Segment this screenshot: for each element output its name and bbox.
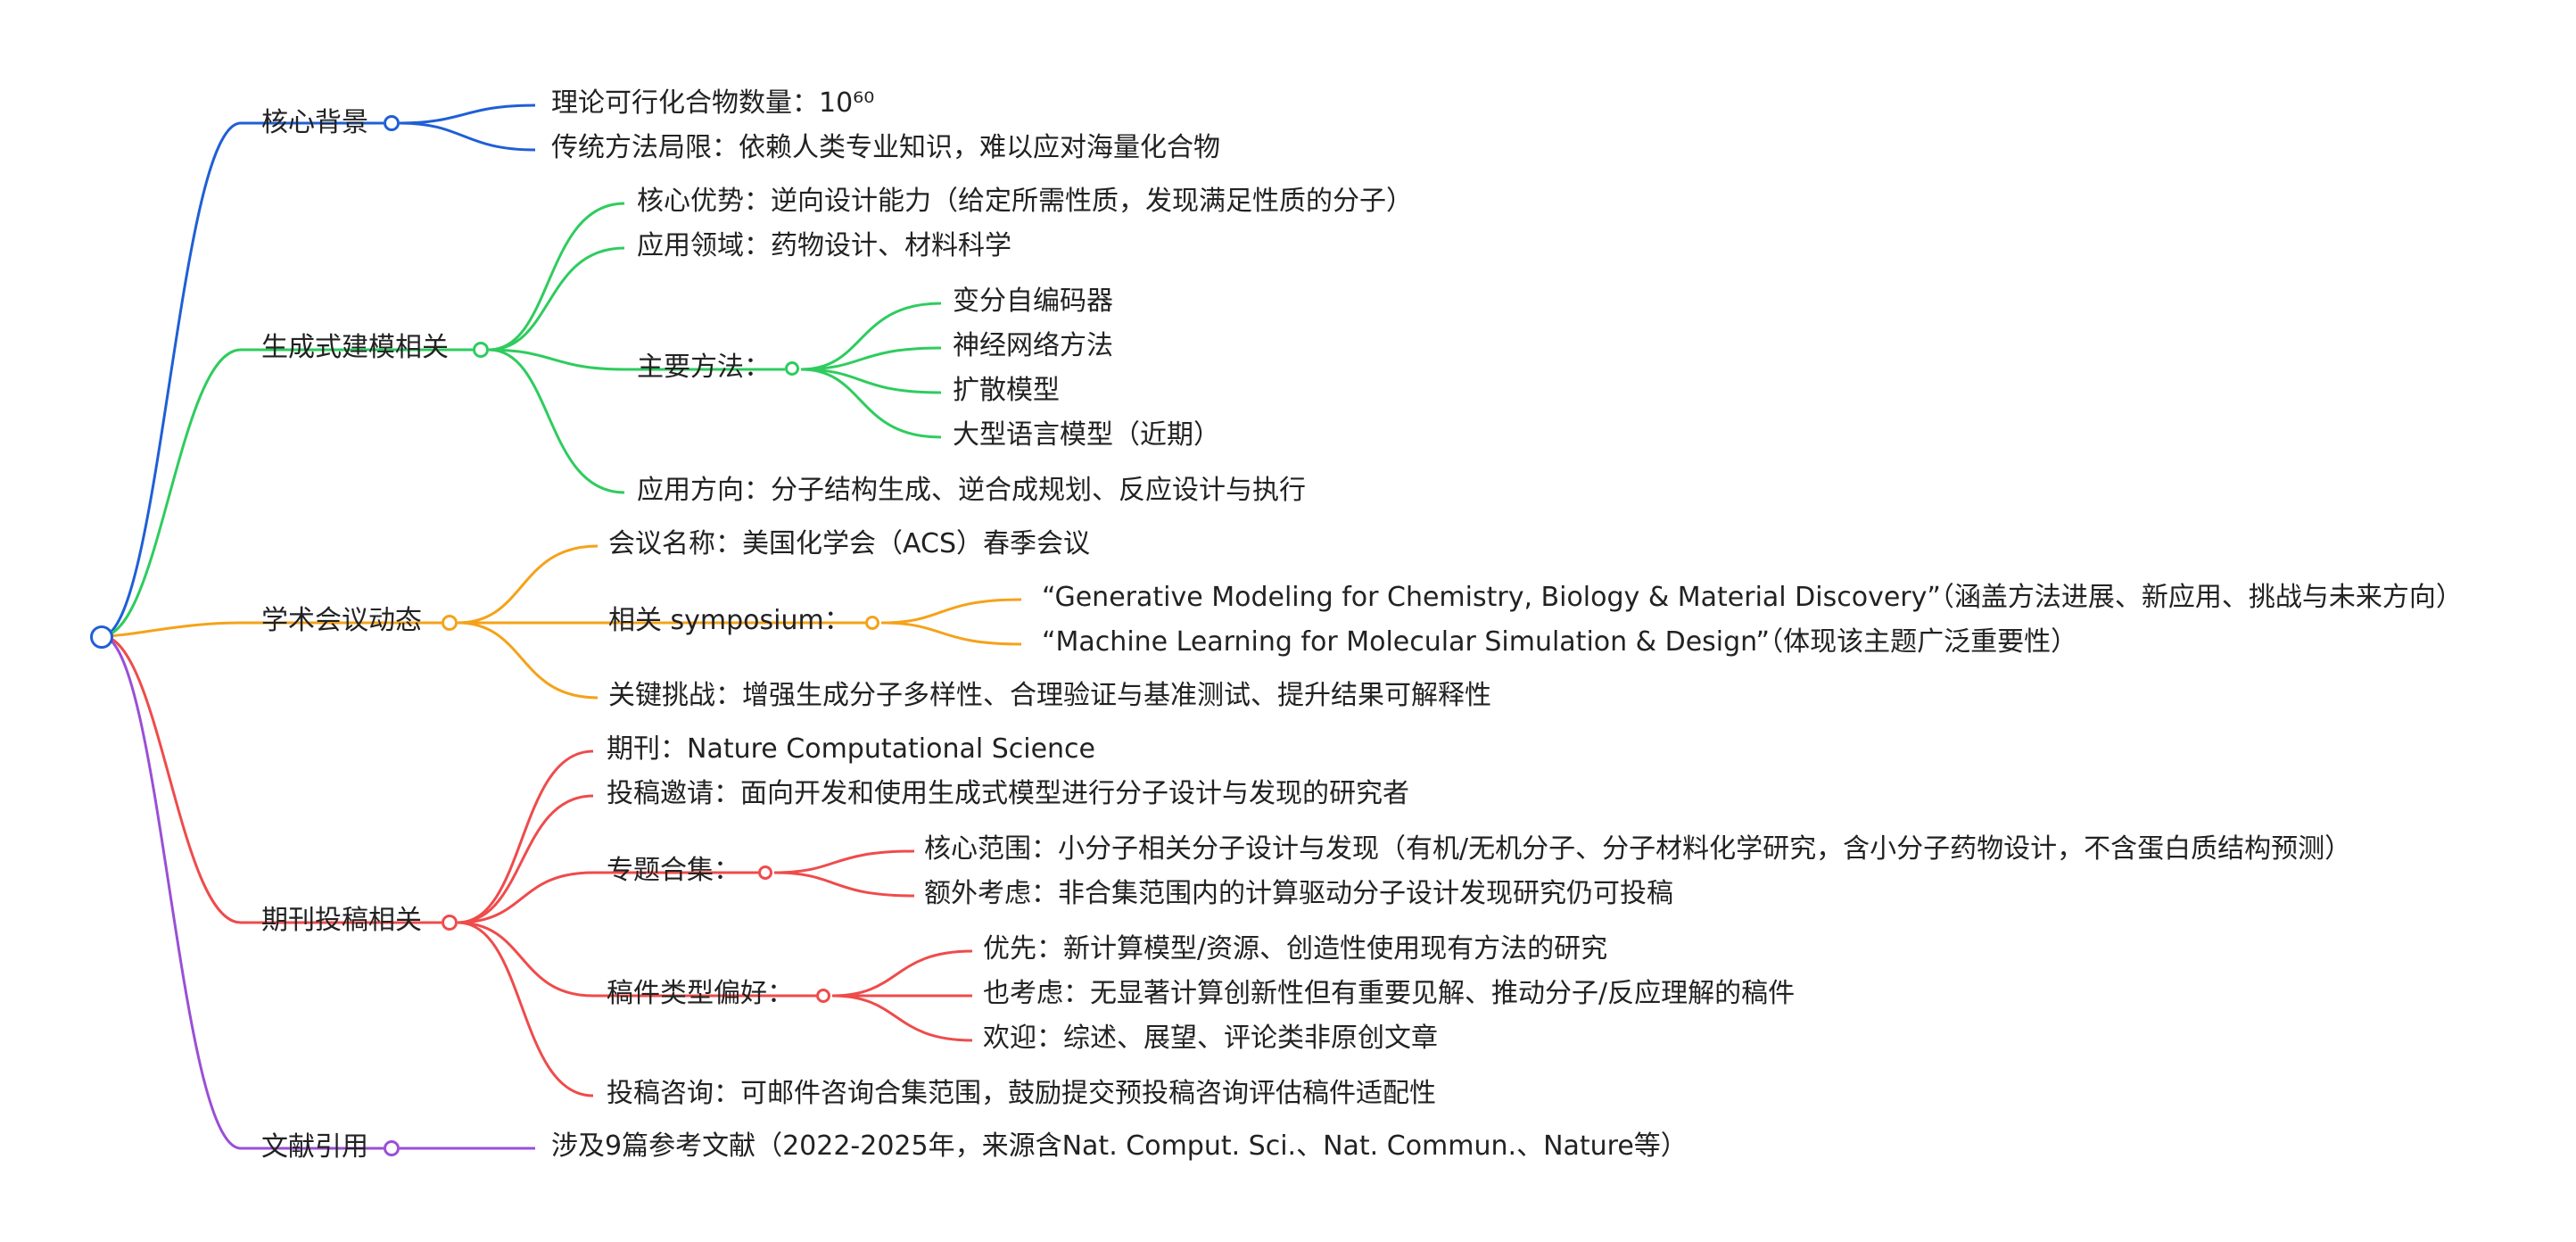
subtopic-text[interactable]: 神经网络方法 <box>953 330 1113 362</box>
link-root-b2 <box>101 348 473 638</box>
subtopic-text[interactable]: 优先：新计算模型/资源、创造性使用现有方法的研究 <box>983 933 1607 965</box>
subbranch-node-icon[interactable] <box>865 616 879 630</box>
branch-node-icon[interactable] <box>473 342 489 358</box>
branch-label[interactable]: 生成式建模相关 <box>261 332 449 364</box>
topic-text[interactable]: 投稿咨询：可邮件咨询合集范围，鼓励提交预投稿咨询评估稿件适配性 <box>607 1078 1436 1110</box>
topic-text[interactable]: 期刊：Nature Computational Science <box>607 733 1095 766</box>
topic-text[interactable]: 会议名称：美国化学会（ACS）春季会议 <box>608 528 1090 560</box>
branch-node-icon[interactable] <box>442 915 458 931</box>
topic-text[interactable]: 关键挑战：增强生成分子多样性、合理验证与基准测试、提升结果可解释性 <box>608 680 1491 712</box>
branch-label[interactable]: 文献引用 <box>261 1131 368 1163</box>
topic-text[interactable]: 稿件类型偏好： <box>607 978 794 1010</box>
link-root-b5 <box>101 634 384 1150</box>
topic-text[interactable]: 应用领域：药物设计、材料科学 <box>637 230 1011 262</box>
subtopic-text[interactable]: “Machine Learning for Molecular Simulati… <box>1042 626 2077 658</box>
branch-node-icon[interactable] <box>442 615 458 631</box>
subtopic-text[interactable]: 额外考虑：非合集范围内的计算驱动分子设计发现研究仍可投稿 <box>924 878 1673 910</box>
branch-label[interactable]: 核心背景 <box>261 107 368 139</box>
topic-text[interactable]: 理论可行化合物数量：10⁶⁰ <box>551 87 874 120</box>
topic-text[interactable]: 涉及9篇参考文献（2022-2025年，来源含Nat. Comput. Sci.… <box>551 1130 1688 1163</box>
subbranch-node-icon[interactable] <box>816 989 830 1003</box>
topic-text[interactable]: 投稿邀请：面向开发和使用生成式模型进行分子设计与发现的研究者 <box>607 778 1409 810</box>
subtopic-text[interactable]: 扩散模型 <box>953 375 1060 407</box>
link-root-b1 <box>101 121 384 638</box>
branch-node-icon[interactable] <box>384 1140 400 1156</box>
root-node-icon[interactable] <box>90 625 113 649</box>
subtopic-text[interactable]: 大型语言模型（近期） <box>953 419 1220 451</box>
topic-text[interactable]: 相关 symposium： <box>608 605 851 637</box>
branch-label[interactable]: 期刊投稿相关 <box>261 905 422 937</box>
subtopic-text[interactable]: 欢迎：综述、展望、评论类非原创文章 <box>983 1023 1438 1055</box>
topic-text[interactable]: 核心优势：逆向设计能力（给定所需性质，发现满足性质的分子） <box>637 186 1413 218</box>
subtopic-text[interactable]: 也考虑：无显著计算创新性但有重要见解、推动分子/反应理解的稿件 <box>983 978 1795 1010</box>
branch-node-icon[interactable] <box>384 115 400 131</box>
subbranch-node-icon[interactable] <box>785 361 799 376</box>
subtopic-text[interactable]: “Generative Modeling for Chemistry, Biol… <box>1042 582 2463 614</box>
branch-label[interactable]: 学术会议动态 <box>261 605 422 637</box>
topic-text[interactable]: 传统方法局限：依赖人类专业知识，难以应对海量化合物 <box>551 132 1220 164</box>
subbranch-node-icon[interactable] <box>758 865 772 880</box>
subtopic-text[interactable]: 变分自编码器 <box>953 286 1113 318</box>
topic-text[interactable]: 专题合集： <box>607 855 740 887</box>
topic-text[interactable]: 应用方向：分子结构生成、逆合成规划、反应设计与执行 <box>637 475 1306 507</box>
topic-text[interactable]: 主要方法： <box>637 352 771 384</box>
subtopic-text[interactable]: 核心范围：小分子相关分子设计与发现（有机/无机分子、分子材料化学研究，含小分子药… <box>924 833 2351 865</box>
